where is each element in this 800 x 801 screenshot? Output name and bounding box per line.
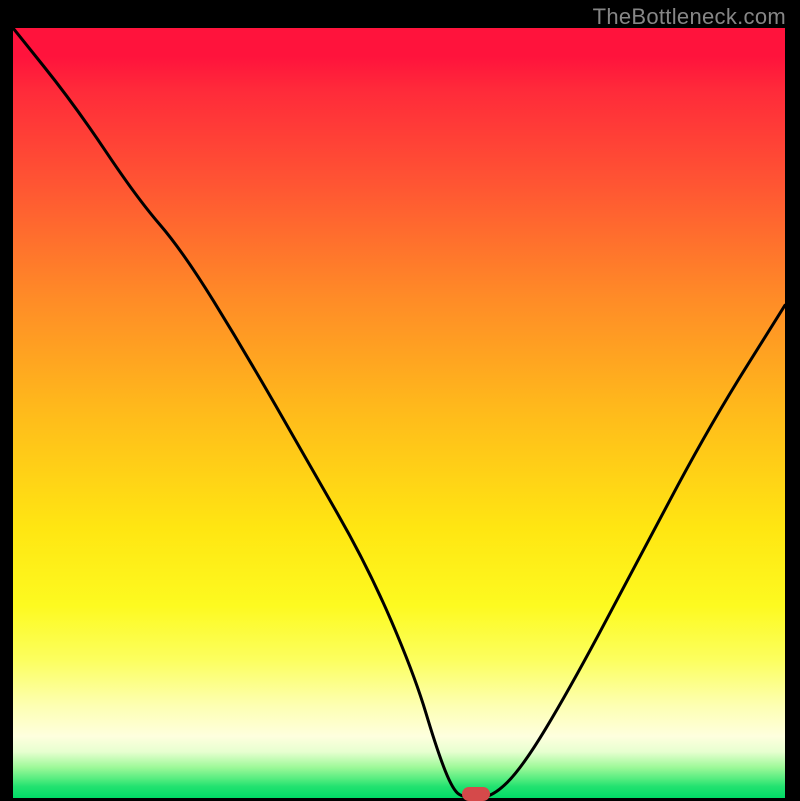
optimal-point-marker <box>462 787 490 801</box>
watermark-text: TheBottleneck.com <box>593 4 786 30</box>
chart-plot-area <box>13 28 785 798</box>
bottleneck-curve-path <box>13 28 785 798</box>
chart-frame <box>13 28 785 798</box>
chart-curve-svg <box>13 28 785 798</box>
